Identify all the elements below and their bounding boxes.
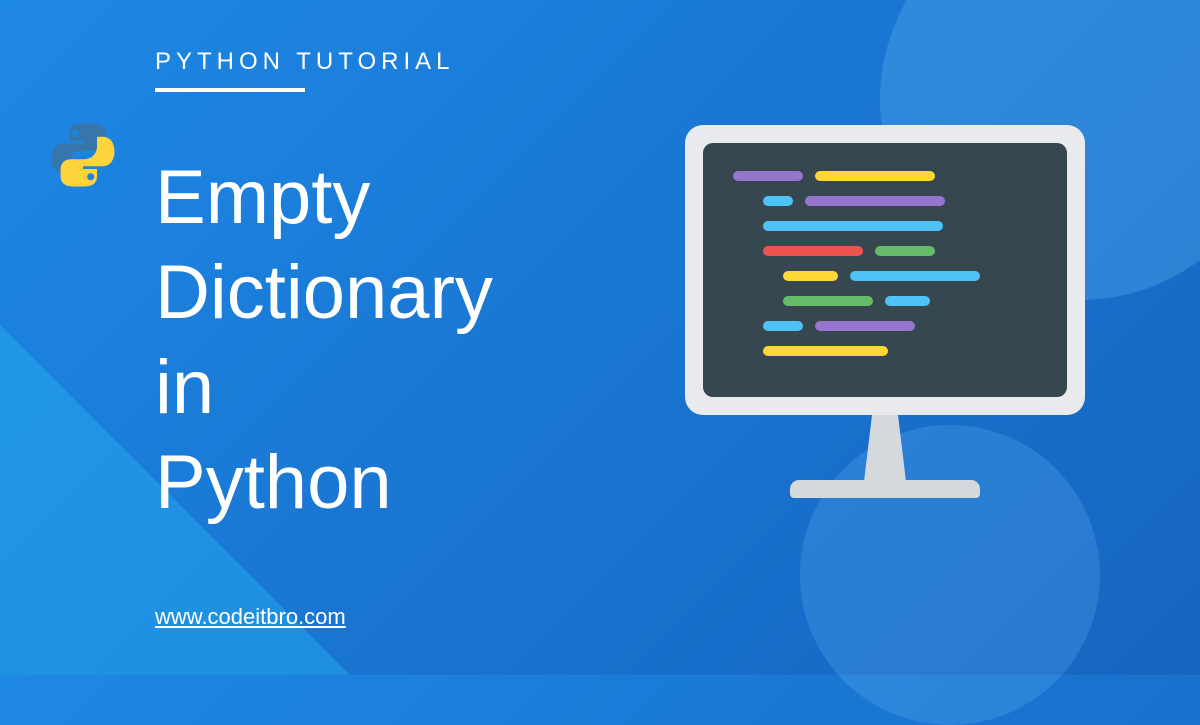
main-title: Empty Dictionary in Python xyxy=(155,150,493,530)
code-row xyxy=(733,171,1037,196)
monitor-illustration xyxy=(685,125,1085,525)
code-segment xyxy=(763,321,803,331)
code-segment xyxy=(875,246,935,256)
monitor-stand xyxy=(853,415,918,480)
code-segment xyxy=(815,171,935,181)
code-row xyxy=(733,271,1037,296)
category-label: PYTHON TUTORIAL xyxy=(155,48,454,76)
code-segment xyxy=(763,196,793,206)
monitor-screen xyxy=(703,143,1067,397)
code-segment xyxy=(763,221,943,231)
code-segment xyxy=(805,196,945,206)
code-row xyxy=(733,296,1037,321)
monitor-base xyxy=(790,480,980,498)
category-underline xyxy=(155,88,305,92)
code-segment xyxy=(783,296,873,306)
code-segment xyxy=(733,171,803,181)
website-url: www.codeitbro.com xyxy=(155,604,346,630)
code-segment xyxy=(763,346,888,356)
code-segment xyxy=(815,321,915,331)
code-row xyxy=(733,321,1037,346)
code-row xyxy=(733,196,1037,221)
code-row xyxy=(733,346,1037,371)
code-row xyxy=(733,221,1037,246)
python-logo-icon xyxy=(48,120,118,190)
code-row xyxy=(733,246,1037,271)
monitor-bezel xyxy=(685,125,1085,415)
code-segment xyxy=(763,246,863,256)
code-segment xyxy=(885,296,930,306)
code-segment xyxy=(783,271,838,281)
code-segment xyxy=(850,271,980,281)
